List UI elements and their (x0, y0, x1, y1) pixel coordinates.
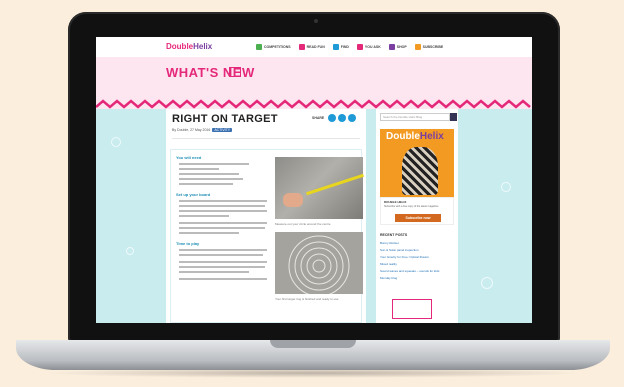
text-line (179, 178, 243, 180)
search-input[interactable]: Search the Double Helix Blog (380, 113, 450, 121)
photo-caption: Measure out your circle around the centr… (275, 222, 331, 226)
page-banner: WHAT'S NEW (96, 57, 532, 109)
text-line (179, 215, 229, 217)
text-line (179, 249, 267, 251)
text-line (179, 183, 233, 185)
page-title: WHAT'S NEW (166, 65, 255, 80)
nav-item-you-ask[interactable]: YOU ASK (356, 44, 381, 50)
subscribe-box: DOUBLE HELIX Subscribe with a free copy … (380, 197, 454, 225)
article: RIGHT ON TARGET By Double, 27 May 2016 AC… (166, 109, 366, 323)
recent-post-link[interactable]: Bunny Rocket (380, 241, 399, 245)
section-heading: Time to play (176, 241, 200, 246)
decor-circle (111, 137, 121, 147)
trophy-icon (256, 44, 262, 50)
subscribe-button[interactable]: Subscribe now (395, 214, 441, 222)
magnifier-icon (332, 44, 339, 50)
chalk-target-photo (275, 232, 363, 297)
cover-illustration (402, 147, 438, 195)
hand (283, 193, 303, 207)
article-body: You will need Set up your board Time to … (170, 149, 364, 323)
twitter-share-icon[interactable] (328, 114, 337, 122)
recent-post-link[interactable]: Sun & Solar panel inspection (380, 248, 419, 252)
text-line (179, 254, 263, 256)
decor-circle (501, 182, 511, 192)
bag-icon (388, 44, 395, 50)
sidebar: Search the Double Helix Blog DoubleHelix… (376, 109, 458, 323)
recent-post-link[interactable]: Sound waves and squeaks – sounds for kid… (380, 269, 439, 273)
nav-item-subscribe[interactable]: SUBSCRIBE (414, 44, 443, 50)
envelope-icon (414, 44, 421, 50)
section-heading: You will need (176, 155, 202, 160)
webcam (314, 19, 318, 23)
search-button[interactable] (450, 113, 457, 121)
recent-post-link[interactable]: Your Gravity for Free: Optical Illusion (380, 255, 429, 259)
nav-item-read-fun[interactable]: READ FUN (298, 44, 325, 50)
tape-measure (306, 173, 364, 196)
text-line (179, 222, 267, 224)
nav-item-find[interactable]: FIND (332, 44, 349, 50)
category-badge[interactable]: ACTIVITY (212, 128, 233, 132)
text-line (179, 271, 249, 273)
laptop-screen: DoubleHelix COMPETITIONS READ FUN FIND Y… (96, 37, 532, 323)
text-line (179, 278, 267, 280)
text-line (179, 168, 219, 170)
photo-caption: Your first target ring is finished and r… (275, 297, 339, 301)
text-line (179, 227, 265, 229)
article-byline: By Double, 27 May 2016 ACTIVITY (172, 128, 233, 132)
section-heading: Set up your board (176, 192, 211, 197)
text-line (179, 210, 267, 212)
nav-item-competitions[interactable]: COMPETITIONS (256, 44, 291, 50)
article-title: RIGHT ON TARGET (172, 113, 278, 125)
decor-circle (481, 277, 493, 289)
envelope-icon (392, 299, 432, 319)
site-header: DoubleHelix COMPETITIONS READ FUN FIND Y… (96, 37, 532, 57)
main-nav: COMPETITIONS READ FUN FIND YOU ASK SHOP … (256, 44, 443, 50)
tape-measure-photo (275, 157, 364, 219)
recent-post-link[interactable]: Monday blog (380, 276, 397, 280)
recent-post-link[interactable]: Mixed reality (380, 262, 397, 266)
site-logo[interactable]: DoubleHelix (166, 42, 212, 51)
text-line (179, 266, 265, 268)
magazine-title: DoubleHelix (386, 131, 444, 142)
share-bar: SHARE (312, 114, 357, 122)
text-line (179, 205, 265, 207)
recent-posts-heading: RECENT POSTS (380, 233, 408, 237)
nav-item-shop[interactable]: SHOP (388, 44, 407, 50)
zigzag-divider (96, 99, 531, 109)
book-icon (298, 44, 305, 50)
newspaper-icon (229, 67, 241, 77)
text-line (179, 261, 267, 263)
chalk-rings (288, 235, 350, 297)
text-line (179, 200, 267, 202)
magazine-cover[interactable]: DoubleHelix (380, 129, 454, 197)
text-line (179, 173, 239, 175)
text-line (179, 232, 239, 234)
email-share-icon[interactable] (348, 114, 357, 122)
laptop-notch (270, 340, 356, 348)
question-icon (356, 44, 363, 50)
text-line (179, 163, 249, 165)
decor-circle (126, 247, 134, 255)
divider (172, 138, 360, 139)
facebook-share-icon[interactable] (338, 114, 347, 122)
